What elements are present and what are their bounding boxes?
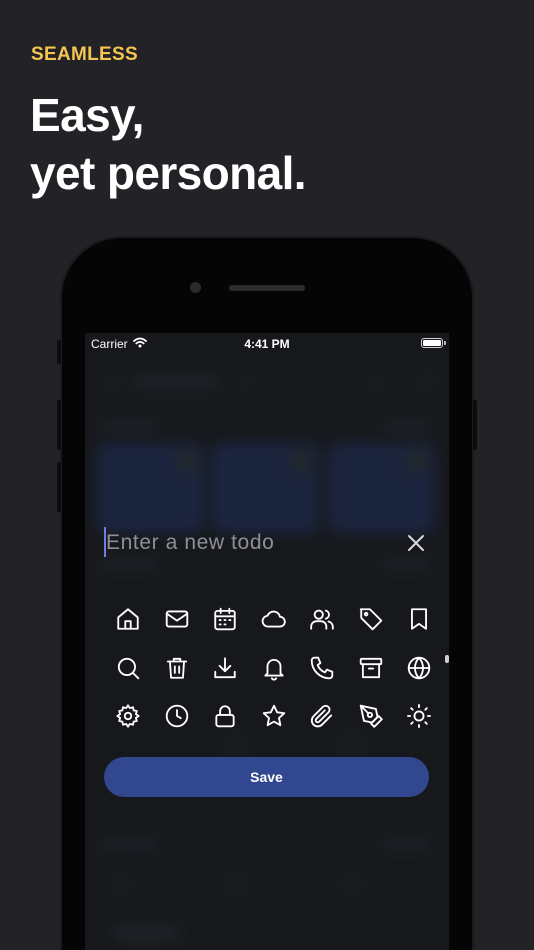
phone-screen: Carrier 4:41 PM Enter a new todo Save bbox=[85, 333, 449, 950]
phone-mute-switch bbox=[57, 340, 61, 364]
todo-input[interactable] bbox=[104, 525, 396, 561]
search-icon[interactable] bbox=[104, 648, 153, 688]
mail-icon[interactable] bbox=[153, 599, 202, 639]
status-bar: Carrier 4:41 PM bbox=[85, 333, 449, 355]
headline: Easy, yet personal. bbox=[30, 86, 307, 202]
trash-icon[interactable] bbox=[153, 648, 202, 688]
sun-icon[interactable] bbox=[395, 696, 444, 736]
phone-icon[interactable] bbox=[298, 648, 347, 688]
phone-volume-down bbox=[57, 462, 61, 512]
earpiece-speaker bbox=[229, 285, 305, 291]
text-caret bbox=[104, 527, 106, 557]
lock-icon[interactable] bbox=[201, 696, 250, 736]
icon-picker bbox=[104, 595, 444, 741]
star-icon[interactable] bbox=[250, 696, 299, 736]
clock-icon[interactable] bbox=[153, 696, 202, 736]
download-icon[interactable] bbox=[201, 648, 250, 688]
cloud-icon[interactable] bbox=[250, 599, 299, 639]
headline-line-2: yet personal. bbox=[30, 147, 307, 199]
phone-volume-up bbox=[57, 400, 61, 450]
bell-icon[interactable] bbox=[250, 648, 299, 688]
archive-icon[interactable] bbox=[347, 648, 396, 688]
todo-input-row bbox=[104, 525, 430, 561]
globe-icon[interactable] bbox=[395, 648, 444, 688]
headline-line-1: Easy, bbox=[30, 89, 144, 141]
battery-icon bbox=[421, 338, 443, 348]
eyebrow-label: SEAMLESS bbox=[31, 44, 138, 65]
pen-tool-icon[interactable] bbox=[347, 696, 396, 736]
icon-row-2 bbox=[104, 644, 444, 693]
battery-tip bbox=[444, 341, 446, 345]
paperclip-icon[interactable] bbox=[298, 696, 347, 736]
icon-row-3 bbox=[104, 692, 444, 741]
settings-icon[interactable] bbox=[104, 696, 153, 736]
front-camera bbox=[190, 282, 201, 293]
tag-icon[interactable] bbox=[347, 599, 396, 639]
partial-next-icon bbox=[445, 655, 449, 663]
close-button[interactable] bbox=[402, 529, 430, 557]
status-time: 4:41 PM bbox=[244, 337, 290, 351]
save-button[interactable]: Save bbox=[104, 757, 429, 797]
promo-page: SEAMLESS Easy, yet personal. Carrier 4:4… bbox=[0, 0, 534, 950]
users-icon[interactable] bbox=[298, 599, 347, 639]
bookmark-icon[interactable] bbox=[395, 599, 444, 639]
icon-row-1 bbox=[104, 595, 444, 644]
phone-power-button bbox=[473, 400, 477, 450]
home-icon[interactable] bbox=[104, 599, 153, 639]
calendar-icon[interactable] bbox=[201, 599, 250, 639]
close-icon bbox=[408, 535, 424, 551]
